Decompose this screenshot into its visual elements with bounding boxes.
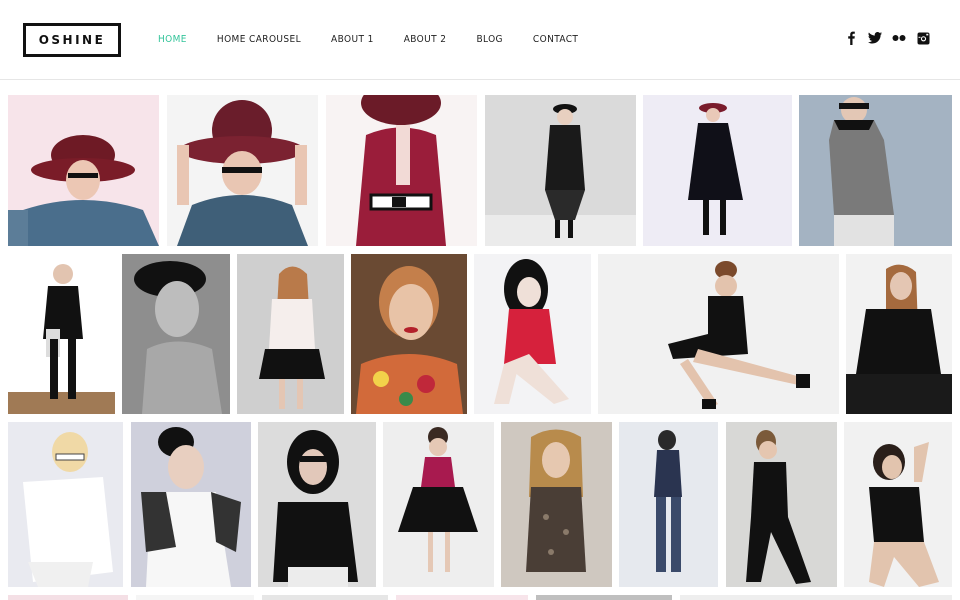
nav-item-about-1[interactable]: ABOUT 1 [331, 34, 374, 45]
nav-item-home[interactable]: HOME [158, 34, 187, 45]
fashion-photo[interactable] [619, 422, 718, 587]
fashion-photo[interactable] [501, 422, 612, 587]
photo-gallery [0, 80, 960, 600]
instagram-icon[interactable] [916, 31, 930, 45]
nav-item-contact[interactable]: CONTACT [533, 34, 578, 45]
fashion-photo[interactable] [167, 95, 318, 246]
fashion-photo[interactable] [8, 95, 159, 246]
logo-text: OSHINE [38, 33, 106, 47]
nav-item-about-2[interactable]: ABOUT 2 [404, 34, 447, 45]
social-links [834, 31, 930, 45]
fashion-photo[interactable] [237, 254, 344, 414]
twitter-icon[interactable] [868, 31, 882, 45]
fashion-photo[interactable] [8, 595, 128, 600]
site-logo[interactable]: OSHINE [23, 23, 121, 57]
nav-item-home-carousel[interactable]: HOME CAROUSEL [217, 34, 301, 45]
fashion-photo[interactable] [680, 595, 952, 600]
fashion-photo[interactable] [536, 595, 672, 600]
fashion-photo[interactable] [643, 95, 792, 246]
fashion-photo[interactable] [262, 595, 388, 600]
fashion-photo[interactable] [396, 595, 528, 600]
fashion-photo[interactable] [598, 254, 839, 414]
fashion-photo[interactable] [383, 422, 494, 587]
fashion-photo[interactable] [122, 254, 230, 414]
fashion-photo[interactable] [844, 422, 952, 587]
fashion-photo[interactable] [8, 254, 115, 414]
fashion-photo[interactable] [474, 254, 591, 414]
flickr-icon[interactable] [892, 31, 906, 45]
fashion-photo[interactable] [799, 95, 952, 246]
facebook-icon[interactable] [844, 31, 858, 45]
fashion-photo[interactable] [726, 422, 837, 587]
fashion-photo[interactable] [846, 254, 952, 414]
fashion-photo[interactable] [351, 254, 467, 414]
main-nav: HOME HOME CAROUSEL ABOUT 1 ABOUT 2 BLOG … [158, 34, 608, 45]
fashion-photo[interactable] [326, 95, 477, 246]
fashion-photo[interactable] [8, 422, 123, 587]
fashion-photo[interactable] [136, 595, 254, 600]
fashion-photo[interactable] [485, 95, 636, 246]
nav-item-blog[interactable]: BLOG [476, 34, 502, 45]
fashion-photo[interactable] [131, 422, 251, 587]
site-header: OSHINE HOME HOME CAROUSEL ABOUT 1 ABOUT … [0, 0, 960, 80]
fashion-photo[interactable] [258, 422, 376, 587]
